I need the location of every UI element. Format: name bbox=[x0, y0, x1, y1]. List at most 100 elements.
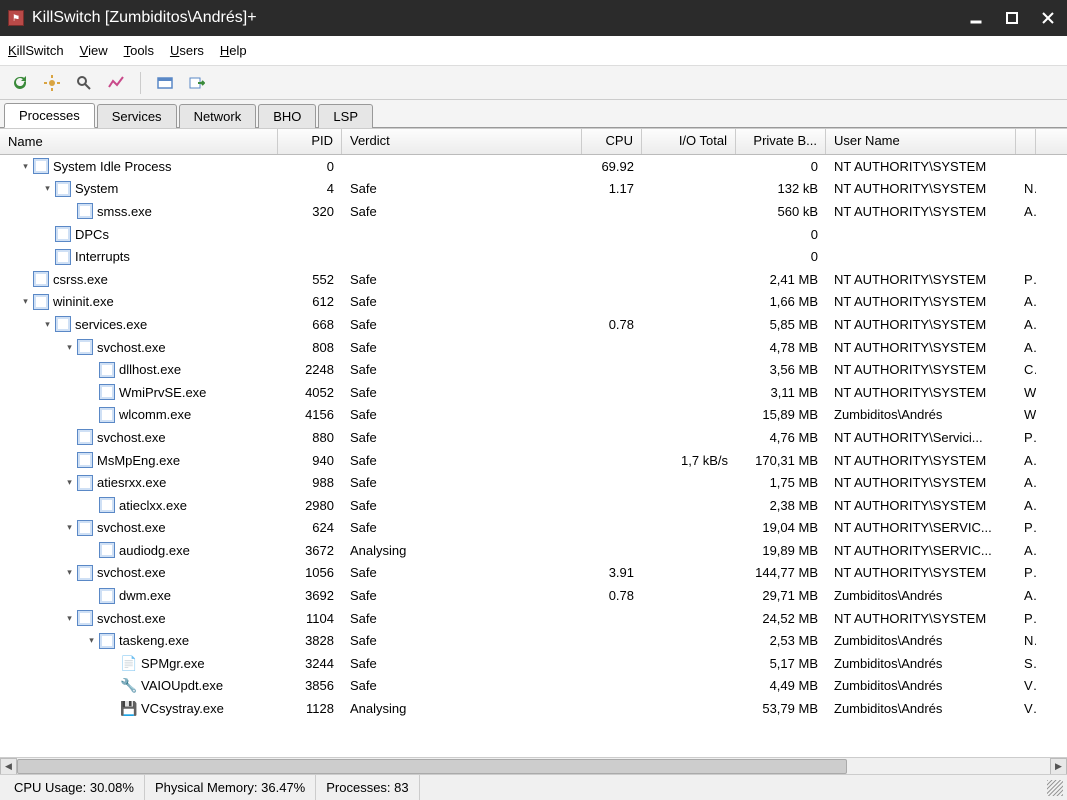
scroll-thumb[interactable] bbox=[17, 759, 847, 774]
cell-pid: 552 bbox=[278, 272, 342, 287]
cell-path: P bbox=[1016, 272, 1036, 287]
table-row[interactable]: ▾services.exe668Safe0.785,85 MBNT AUTHOR… bbox=[0, 313, 1067, 336]
window-title: KillSwitch [Zumbiditos\Andrés]+ bbox=[32, 9, 965, 27]
table-row[interactable]: ▾svchost.exe808Safe4,78 MBNT AUTHORITY\S… bbox=[0, 336, 1067, 359]
cell-priv: 132 kB bbox=[736, 181, 826, 196]
cell-pid: 808 bbox=[278, 340, 342, 355]
tree-toggle[interactable]: ▾ bbox=[20, 161, 31, 172]
table-row[interactable]: ▾taskeng.exe3828Safe2,53 MBZumbiditos\An… bbox=[0, 629, 1067, 652]
table-row[interactable]: csrss.exe552Safe2,41 MBNT AUTHORITY\SYST… bbox=[0, 268, 1067, 291]
table-row[interactable]: atieclxx.exe2980Safe2,38 MBNT AUTHORITY\… bbox=[0, 494, 1067, 517]
process-name: svchost.exe bbox=[97, 520, 166, 535]
menu-help[interactable]: Help bbox=[220, 43, 247, 58]
process-icon bbox=[55, 316, 71, 332]
table-row[interactable]: ▾svchost.exe624Safe19,04 MBNT AUTHORITY\… bbox=[0, 517, 1067, 540]
settings-button[interactable] bbox=[40, 71, 64, 95]
tab-lsp[interactable]: LSP bbox=[318, 104, 373, 128]
process-name: audiodg.exe bbox=[119, 543, 190, 558]
col-name[interactable]: Name bbox=[0, 129, 278, 154]
find-button[interactable] bbox=[72, 71, 96, 95]
export-button[interactable] bbox=[185, 71, 209, 95]
maximize-button[interactable] bbox=[1001, 7, 1023, 29]
cell-priv: 1,66 MB bbox=[736, 294, 826, 309]
table-row[interactable]: dllhost.exe2248Safe3,56 MBNT AUTHORITY\S… bbox=[0, 358, 1067, 381]
table-row[interactable]: WmiPrvSE.exe4052Safe3,11 MBNT AUTHORITY\… bbox=[0, 381, 1067, 404]
table-row[interactable]: ▾atiesrxx.exe988Safe1,75 MBNT AUTHORITY\… bbox=[0, 471, 1067, 494]
scroll-track[interactable] bbox=[17, 758, 1050, 775]
window-button[interactable] bbox=[153, 71, 177, 95]
menu-users[interactable]: Users bbox=[170, 43, 204, 58]
tree-toggle[interactable]: ▾ bbox=[64, 342, 75, 353]
table-row[interactable]: ▾svchost.exe1104Safe24,52 MBNT AUTHORITY… bbox=[0, 607, 1067, 630]
cell-verdict: Safe bbox=[342, 204, 582, 219]
table-row[interactable]: ▾svchost.exe1056Safe3.91144,77 MBNT AUTH… bbox=[0, 562, 1067, 585]
tab-bho[interactable]: BHO bbox=[258, 104, 316, 128]
col-io[interactable]: I/O Total bbox=[642, 129, 736, 154]
cell-user: NT AUTHORITY\SYSTEM bbox=[826, 340, 1016, 355]
menu-killswitch[interactable]: KillSwitch bbox=[8, 43, 64, 58]
tree-toggle[interactable]: ▾ bbox=[86, 635, 97, 646]
process-name: smss.exe bbox=[97, 204, 152, 219]
cell-user: NT AUTHORITY\SYSTEM bbox=[826, 159, 1016, 174]
tree-toggle[interactable]: ▾ bbox=[64, 522, 75, 533]
col-pid[interactable]: PID bbox=[278, 129, 342, 154]
process-name: wlcomm.exe bbox=[119, 407, 191, 422]
table-row[interactable]: 📄SPMgr.exe3244Safe5,17 MBZumbiditos\Andr… bbox=[0, 652, 1067, 675]
table-row[interactable]: ▾System4Safe1.17132 kBNT AUTHORITY\SYSTE… bbox=[0, 178, 1067, 201]
tab-processes[interactable]: Processes bbox=[4, 103, 95, 128]
process-name: services.exe bbox=[75, 317, 147, 332]
tree-toggle[interactable]: ▾ bbox=[42, 319, 53, 330]
tab-services[interactable]: Services bbox=[97, 104, 177, 128]
table-row[interactable]: 💾VCsystray.exe1128Analysing53,79 MBZumbi… bbox=[0, 697, 1067, 720]
graph-button[interactable] bbox=[104, 71, 128, 95]
cell-verdict: Safe bbox=[342, 362, 582, 377]
col-path[interactable] bbox=[1016, 129, 1036, 154]
cell-priv: 144,77 MB bbox=[736, 565, 826, 580]
spmgr-icon: 📄 bbox=[121, 655, 137, 671]
col-priv[interactable]: Private B... bbox=[736, 129, 826, 154]
table-row[interactable]: audiodg.exe3672Analysing19,89 MBNT AUTHO… bbox=[0, 539, 1067, 562]
table-row[interactable]: Interrupts0 bbox=[0, 245, 1067, 268]
tab-bar: ProcessesServicesNetworkBHOLSP bbox=[0, 100, 1067, 128]
minimize-button[interactable] bbox=[965, 7, 987, 29]
horizontal-scrollbar[interactable]: ◀ ▶ bbox=[0, 757, 1067, 774]
tree-toggle[interactable]: ▾ bbox=[64, 477, 75, 488]
process-icon bbox=[99, 384, 115, 400]
cell-cpu: 1.17 bbox=[582, 181, 642, 196]
table-row[interactable]: dwm.exe3692Safe0.7829,71 MBZumbiditos\An… bbox=[0, 584, 1067, 607]
scroll-right-button[interactable]: ▶ bbox=[1050, 758, 1067, 775]
cell-user: Zumbiditos\Andrés bbox=[826, 633, 1016, 648]
process-icon bbox=[33, 294, 49, 310]
cell-priv: 560 kB bbox=[736, 204, 826, 219]
col-cpu[interactable]: CPU bbox=[582, 129, 642, 154]
scroll-left-button[interactable]: ◀ bbox=[0, 758, 17, 775]
table-row[interactable]: 🔧VAIOUpdt.exe3856Safe4,49 MBZumbiditos\A… bbox=[0, 675, 1067, 698]
tree-toggle[interactable]: ▾ bbox=[64, 567, 75, 578]
grid-body[interactable]: ▾System Idle Process069.920NT AUTHORITY\… bbox=[0, 155, 1067, 757]
menu-view[interactable]: View bbox=[80, 43, 108, 58]
table-row[interactable]: wlcomm.exe4156Safe15,89 MBZumbiditos\And… bbox=[0, 404, 1067, 427]
table-row[interactable]: MsMpEng.exe940Safe1,7 kB/s170,31 MBNT AU… bbox=[0, 449, 1067, 472]
cell-verdict: Safe bbox=[342, 611, 582, 626]
tree-toggle[interactable]: ▾ bbox=[64, 613, 75, 624]
table-row[interactable]: DPCs0 bbox=[0, 223, 1067, 246]
cell-priv: 19,04 MB bbox=[736, 520, 826, 535]
tree-toggle[interactable]: ▾ bbox=[20, 296, 31, 307]
process-icon bbox=[55, 249, 71, 265]
cell-pid: 1128 bbox=[278, 701, 342, 716]
refresh-button[interactable] bbox=[8, 71, 32, 95]
col-user[interactable]: User Name bbox=[826, 129, 1016, 154]
table-row[interactable]: smss.exe320Safe560 kBNT AUTHORITY\SYSTEM… bbox=[0, 200, 1067, 223]
tree-toggle[interactable]: ▾ bbox=[42, 183, 53, 194]
col-verdict[interactable]: Verdict bbox=[342, 129, 582, 154]
table-row[interactable]: svchost.exe880Safe4,76 MBNT AUTHORITY\Se… bbox=[0, 426, 1067, 449]
statusbar: CPU Usage: 30.08% Physical Memory: 36.47… bbox=[0, 774, 1067, 800]
table-row[interactable]: ▾wininit.exe612Safe1,66 MBNT AUTHORITY\S… bbox=[0, 291, 1067, 314]
resize-grip[interactable] bbox=[1047, 780, 1063, 796]
menu-tools[interactable]: Tools bbox=[124, 43, 154, 58]
table-row[interactable]: ▾System Idle Process069.920NT AUTHORITY\… bbox=[0, 155, 1067, 178]
close-button[interactable] bbox=[1037, 7, 1059, 29]
process-name: VAIOUpdt.exe bbox=[141, 678, 223, 693]
cell-verdict: Safe bbox=[342, 633, 582, 648]
tab-network[interactable]: Network bbox=[179, 104, 257, 128]
